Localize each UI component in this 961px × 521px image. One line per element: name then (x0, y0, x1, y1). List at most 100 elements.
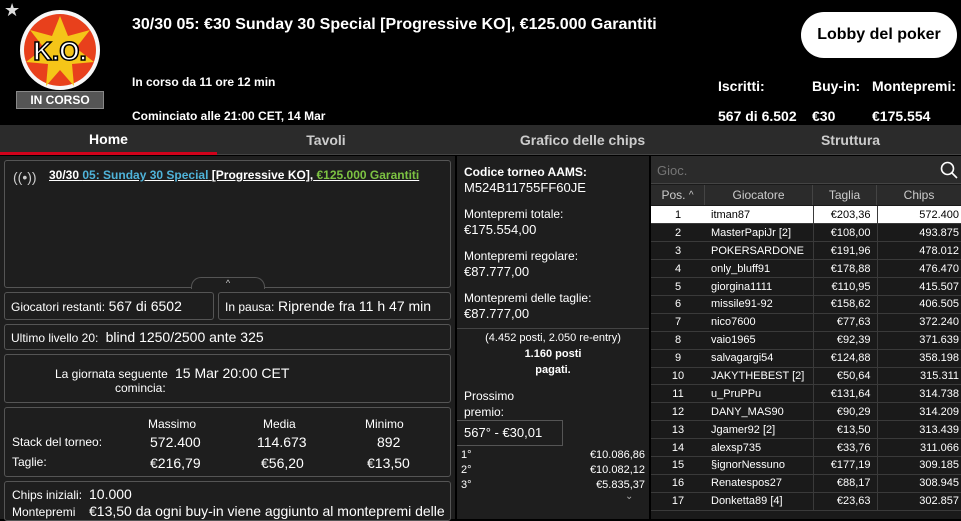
next-day-value: 15 Mar 20:00 CET (175, 365, 290, 381)
table-row[interactable]: 6 missile91-92 €158,62 406.505 (651, 295, 961, 314)
bounty-cell: €88,17 (812, 474, 877, 493)
column-player[interactable]: Giocatore (705, 185, 813, 205)
regular-prize-value: €87.777,00 (464, 264, 530, 279)
player-cell: JAKYTHEBEST [2] (705, 367, 813, 386)
table-row[interactable]: 7 nico7600 €77,63 372.240 (651, 313, 961, 332)
bounty-cell: €191,96 (812, 241, 877, 261)
bounty-cell: €33,76 (812, 438, 877, 457)
rank-cell: 3 (651, 241, 705, 261)
table-row[interactable]: 16 Renatespos27 €88,17 308.945 (651, 474, 961, 493)
table-row[interactable]: 8 vaio1965 €92,39 371.639 (651, 331, 961, 350)
bounty-cell: €90,29 (812, 402, 877, 422)
registered-label: Iscritti: (718, 78, 765, 94)
chevron-down-icon[interactable]: ⌄ (625, 491, 633, 502)
entries-line-2: 1.160 posti (524, 348, 582, 360)
table-row[interactable]: 10 JAKYTHEBEST [2] €50,64 315.311 (651, 367, 961, 386)
registered-value: 567 di 6.502 (718, 108, 797, 124)
ranking-table: 1 itman87 €203,36 572.400 2 MasterPapiJr [2] €… (651, 206, 961, 511)
bounty-prize-label: Montepremi delle taglie: (464, 291, 592, 305)
stat-head-avg: Media (263, 417, 296, 431)
bounty-cell: €124,88 (812, 349, 877, 368)
bounty-cell: €77,63 (812, 313, 877, 332)
table-row[interactable]: 9 salvagargi54 €124,88 358.198 (651, 349, 961, 368)
table-row[interactable]: 5 giorgina1111 €110,95 415.507 (651, 277, 961, 296)
rank-cell: 5 (651, 277, 705, 296)
payout-row: 2° €10.082,12 (461, 464, 645, 476)
next-day-box: La giornata seguente comincia: 15 Mar 20… (4, 354, 451, 403)
tournament-link[interactable]: 30/30 05: Sunday 30 Special [Progressive… (49, 168, 419, 182)
player-cell: salvagargi54 (705, 349, 813, 368)
table-row[interactable]: 11 u_PruPPu €131,64 314.738 (651, 384, 961, 404)
broadcast-icon: ((•)) (13, 169, 37, 185)
collapse-tab[interactable]: ^ (191, 277, 265, 289)
table-row[interactable]: 3 POKERSARDONE €191,96 478.012 (651, 241, 961, 261)
divider (457, 328, 649, 329)
sort-up-icon: ^ (688, 189, 694, 201)
rank-cell: 15 (651, 456, 705, 475)
bounty-cell: €177,19 (812, 456, 877, 475)
player-cell: POKERSARDONE (705, 241, 813, 261)
running-time: In corso da 11 ore 12 min (132, 75, 276, 89)
initial-chips-label: Chips iniziali: (12, 488, 83, 502)
tab-bar: Home Tavoli Grafico delle chips Struttur… (0, 125, 961, 155)
column-bounty[interactable]: Taglia (813, 185, 877, 205)
bounty-avg: €56,20 (261, 455, 304, 471)
poker-lobby-button[interactable]: Lobby del poker (801, 12, 957, 58)
chips-cell: 358.198 (876, 349, 961, 368)
player-search-input[interactable] (657, 160, 927, 180)
player-cell: Donketta89 [4] (705, 492, 813, 511)
player-cell: alexsp735 (705, 438, 813, 457)
column-pos[interactable]: Pos. ^ (651, 185, 705, 205)
player-cell: DANY_MAS90 (705, 402, 813, 422)
bounty-cell: €131,64 (812, 384, 877, 404)
bounty-cell: €178,88 (812, 259, 877, 279)
player-cell: u_PruPPu (705, 384, 813, 404)
column-chips[interactable]: Chips (877, 185, 961, 205)
player-cell: Renatespos27 (705, 474, 813, 493)
chips-cell: 478.012 (876, 241, 961, 261)
table-row[interactable]: 15 §ignorNessuno €177,19 309.185 (651, 456, 961, 475)
table-row[interactable]: 1 itman87 €203,36 572.400 (651, 206, 961, 225)
table-row[interactable]: 12 DANY_MAS90 €90,29 314.209 (651, 402, 961, 422)
tab-structure[interactable]: Struttura (740, 125, 961, 155)
table-row[interactable]: 2 MasterPapiJr [2] €108,00 493.875 (651, 223, 961, 243)
chips-cell: 406.505 (876, 295, 961, 314)
tab-tables[interactable]: Tavoli (217, 125, 435, 155)
rank-cell: 4 (651, 259, 705, 279)
table-row[interactable]: 4 only_bluff91 €178,88 476.470 (651, 259, 961, 279)
rank-cell: 1 (651, 206, 705, 225)
chips-cell: 371.639 (876, 331, 961, 350)
buyin-value: €30 (812, 108, 836, 124)
payout-row: 3° €5.835,37 (461, 479, 645, 491)
tab-chip-chart[interactable]: Grafico delle chips (465, 125, 700, 155)
player-cell: §ignorNessuno (705, 456, 813, 475)
middle-panel: Codice torneo AAMS: M524B11755FF60JE Mon… (457, 156, 649, 519)
table-row[interactable]: 13 Jgamer92 [2] €13,50 313.439 (651, 420, 961, 440)
table-row[interactable]: 17 Donketta89 [4] €23,63 302.857 (651, 492, 961, 511)
chips-cell: 314.738 (876, 384, 961, 404)
initial-chips-value: 10.000 (89, 486, 132, 502)
aams-value: M524B11755FF60JE (464, 180, 586, 195)
tab-home[interactable]: Home (0, 125, 217, 155)
bounty-prize-value: €87.777,00 (464, 306, 530, 321)
start-time: Cominciato alle 21:00 CET, 14 Mar (132, 109, 326, 123)
chips-cell: 372.240 (876, 313, 961, 332)
chips-cell: 476.470 (876, 259, 961, 279)
stats-box: Massimo Media Minimo Stack del torneo: 5… (4, 407, 451, 477)
stack-label: Stack del torneo: (12, 435, 103, 449)
initial-chips-box: Chips iniziali: 10.000 Montepremi €13,50… (4, 481, 451, 521)
bounty-cell: €23,63 (812, 492, 877, 511)
chips-cell: 572.400 (876, 206, 961, 225)
rank-cell: 14 (651, 438, 705, 457)
search-icon[interactable] (940, 161, 958, 179)
player-cell: missile91-92 (705, 295, 813, 314)
total-prize-value: €175.554,00 (464, 222, 537, 237)
chips-cell: 309.185 (876, 456, 961, 475)
table-row[interactable]: 14 alexsp735 €33,76 311.066 (651, 438, 961, 457)
prize-value: €175.554 (872, 108, 931, 124)
regular-prize-label: Montepremi regolare: (464, 249, 579, 263)
player-cell: nico7600 (705, 313, 813, 332)
rank-cell: 10 (651, 367, 705, 386)
rank-cell: 12 (651, 402, 705, 422)
payout-row: 1° €10.086,86 (461, 449, 645, 461)
